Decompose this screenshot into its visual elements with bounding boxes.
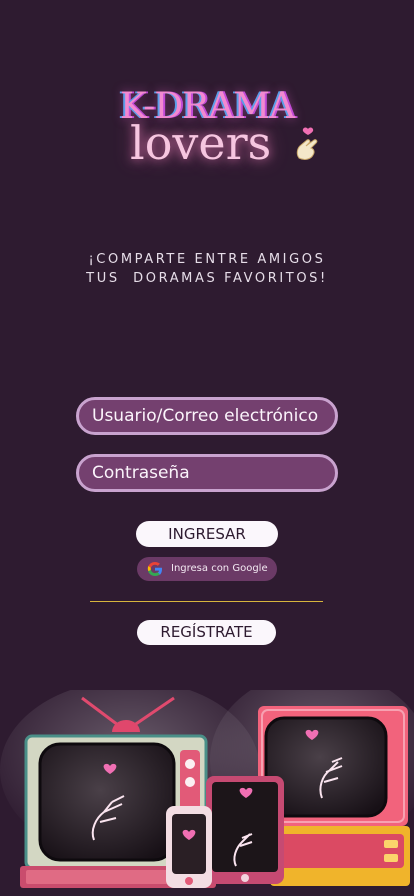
tv-devices-illustration: [0, 690, 414, 888]
register-button[interactable]: REGÍSTRATE: [137, 620, 276, 645]
username-email-field[interactable]: Usuario/Correo electrónico: [76, 397, 338, 435]
app-logo: K-DRAMA lovers: [0, 78, 414, 178]
tagline-line-1: ¡COMPARTE ENTRE AMIGOS: [88, 252, 326, 267]
password-field[interactable]: Contraseña: [76, 454, 338, 492]
logo-subtitle: lovers: [130, 116, 272, 170]
google-button-label: Ingresa con Google: [171, 563, 268, 574]
tagline: ¡COMPARTE ENTRE AMIGOS TUS DORAMAS FAVOR…: [0, 250, 414, 288]
tagline-line-2: TUS DORAMAS FAVORITOS!: [86, 271, 328, 286]
finger-heart-icon: [296, 127, 318, 160]
divider: [90, 601, 323, 602]
login-button[interactable]: INGRESAR: [136, 521, 278, 547]
google-icon: [147, 562, 162, 576]
google-login-button[interactable]: Ingresa con Google: [137, 557, 277, 581]
